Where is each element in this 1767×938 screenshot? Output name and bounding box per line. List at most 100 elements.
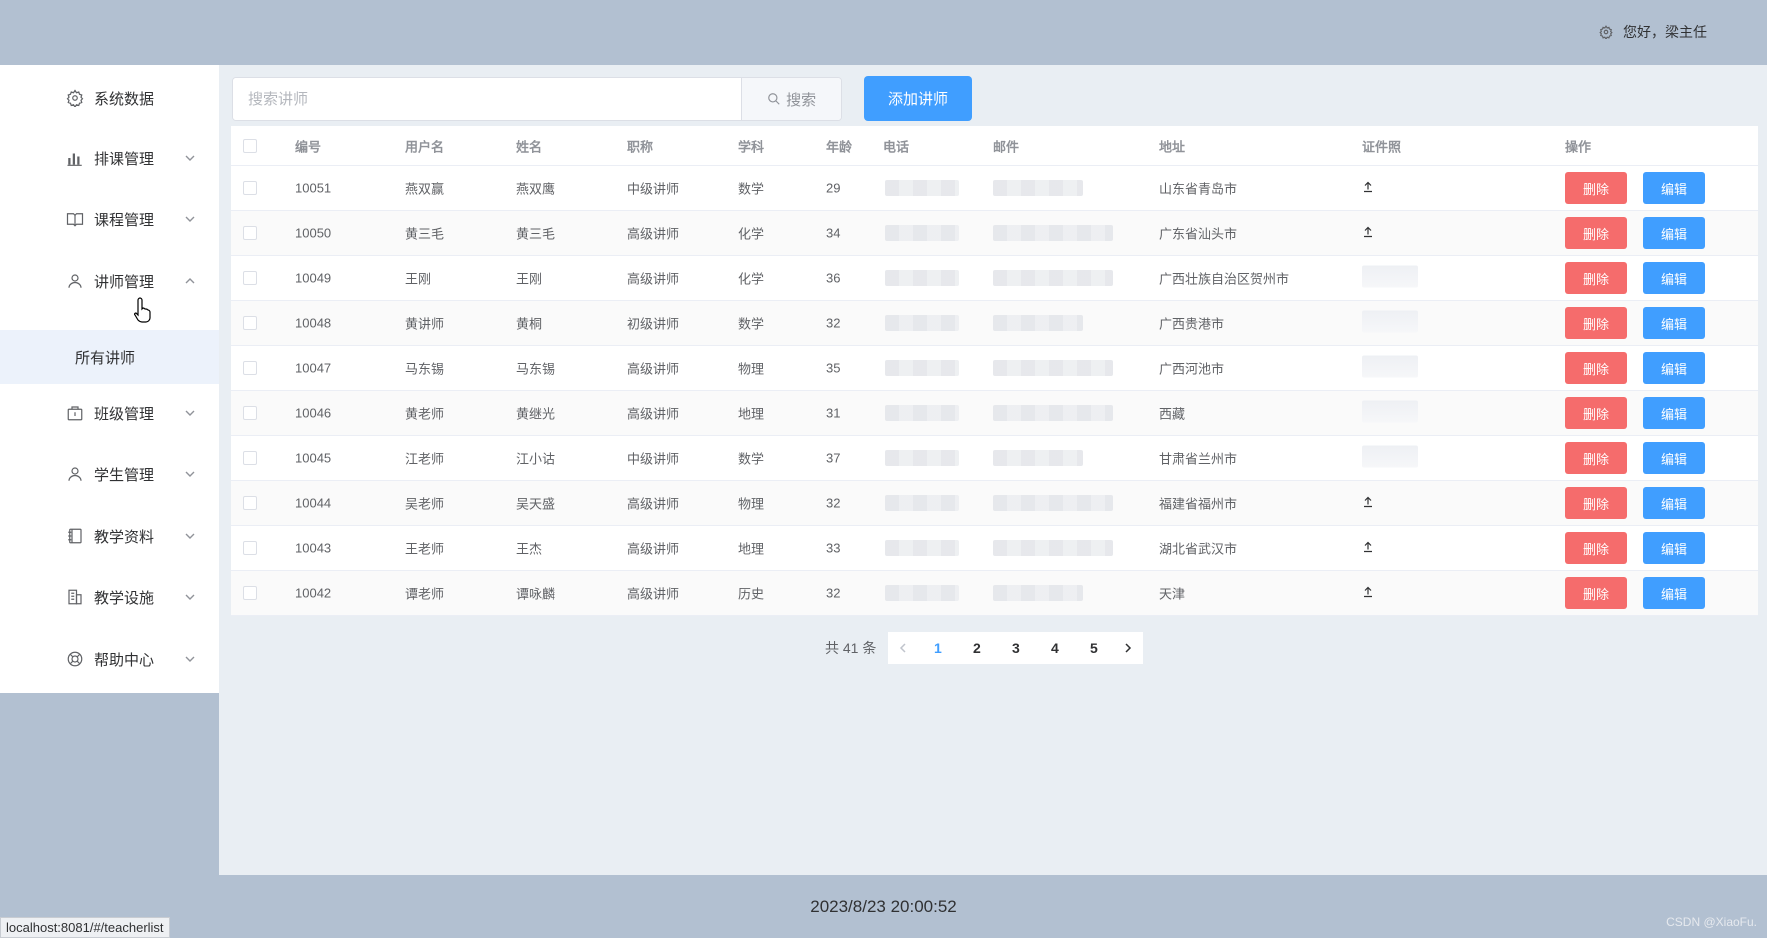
cell-age: 37 — [826, 450, 841, 466]
next-page-button[interactable] — [1113, 632, 1143, 664]
pagination: 共 41 条 1 2 3 4 5 — [825, 632, 1144, 664]
delete-button[interactable]: 删除 — [1565, 577, 1627, 609]
gear-icon[interactable] — [1599, 25, 1613, 39]
edit-button[interactable]: 编辑 — [1643, 397, 1705, 429]
upload-icon[interactable] — [1362, 181, 1374, 196]
cell-title: 中级讲师 — [627, 181, 680, 197]
certificate-photo-thumbnail[interactable] — [1362, 355, 1418, 381]
chevron-down-icon — [184, 213, 196, 225]
sidebar-item-system-data[interactable]: 系统数据 — [0, 71, 219, 125]
cell-subject: 数学 — [738, 181, 765, 197]
delete-button[interactable]: 删除 — [1565, 217, 1627, 249]
table-row: 10050 黄三毛 黄三毛 高级讲师 化学 34 广东省汕头市 删除 编辑 — [231, 211, 1758, 256]
upload-icon[interactable] — [1362, 496, 1374, 511]
certificate-photo-thumbnail[interactable] — [1362, 445, 1418, 471]
row-checkbox[interactable] — [243, 316, 257, 330]
cell-name: 王杰 — [516, 541, 543, 557]
select-all-checkbox[interactable] — [243, 138, 257, 153]
edit-button[interactable]: 编辑 — [1643, 217, 1705, 249]
row-checkbox[interactable] — [243, 541, 257, 555]
sidebar-item-courses[interactable]: 课程管理 — [0, 192, 219, 246]
sidebar-subitem-label: 所有讲师 — [75, 349, 136, 367]
book-icon — [65, 209, 85, 229]
add-teacher-button[interactable]: 添加讲师 — [864, 76, 972, 121]
sidebar-menu: 系统数据 排课管理 课程管理 讲师管理 所有讲师 班级管理 学生管理 教学资料 … — [0, 65, 219, 693]
edit-button[interactable]: 编辑 — [1643, 352, 1705, 384]
delete-button[interactable]: 删除 — [1565, 532, 1627, 564]
sidebar-item-materials[interactable]: 教学资料 — [0, 509, 219, 563]
sidebar-subitem-all-teachers[interactable]: 所有讲师 — [0, 330, 219, 384]
edit-button[interactable]: 编辑 — [1643, 577, 1705, 609]
sidebar-item-scheduling[interactable]: 排课管理 — [0, 131, 219, 185]
edit-button[interactable]: 编辑 — [1643, 172, 1705, 204]
sidebar-item-label: 排课管理 — [94, 150, 155, 168]
row-checkbox[interactable] — [243, 496, 257, 510]
delete-button[interactable]: 删除 — [1565, 442, 1627, 474]
prev-page-button[interactable] — [888, 632, 918, 664]
upload-icon[interactable] — [1362, 586, 1374, 601]
watermark: CSDN @XiaoFu. — [1666, 915, 1757, 929]
search-button-label: 搜索 — [786, 91, 817, 109]
sidebar-item-label: 学生管理 — [94, 466, 155, 484]
cell-name: 黄继光 — [516, 406, 556, 422]
cell-phone-redacted — [885, 360, 959, 376]
edit-button[interactable]: 编辑 — [1643, 307, 1705, 339]
chevron-left-icon — [900, 643, 906, 653]
search-button[interactable]: 搜索 — [741, 78, 841, 120]
page-button[interactable]: 5 — [1074, 632, 1113, 664]
page-button[interactable]: 2 — [957, 632, 996, 664]
edit-button[interactable]: 编辑 — [1643, 532, 1705, 564]
sidebar-item-label: 帮助中心 — [94, 651, 155, 669]
delete-button[interactable]: 删除 — [1565, 397, 1627, 429]
row-checkbox[interactable] — [243, 451, 257, 465]
cell-subject: 地理 — [738, 406, 765, 422]
table-row: 10042 谭老师 谭咏麟 高级讲师 历史 32 天津 删除 编辑 — [231, 571, 1758, 616]
sidebar-item-teachers[interactable]: 讲师管理 — [0, 254, 219, 308]
sidebar-item-classes[interactable]: 班级管理 — [0, 386, 219, 440]
sidebar-item-label: 课程管理 — [94, 211, 155, 229]
sidebar-item-help[interactable]: 帮助中心 — [0, 632, 219, 686]
delete-button[interactable]: 删除 — [1565, 487, 1627, 519]
upload-icon[interactable] — [1362, 541, 1374, 556]
row-checkbox[interactable] — [243, 361, 257, 375]
certificate-photo-thumbnail[interactable] — [1362, 310, 1418, 336]
row-checkbox[interactable] — [243, 586, 257, 600]
delete-button[interactable]: 删除 — [1565, 172, 1627, 204]
row-checkbox[interactable] — [243, 181, 257, 195]
pagination-pager: 1 2 3 4 5 — [888, 632, 1144, 664]
chevron-down-icon — [184, 530, 196, 542]
edit-button[interactable]: 编辑 — [1643, 487, 1705, 519]
upload-icon[interactable] — [1362, 226, 1374, 241]
cell-subject: 化学 — [738, 271, 765, 287]
certificate-photo-thumbnail[interactable] — [1362, 265, 1418, 291]
cell-id: 10047 — [295, 360, 332, 376]
delete-button[interactable]: 删除 — [1565, 352, 1627, 384]
edit-button[interactable]: 编辑 — [1643, 442, 1705, 474]
cell-email-redacted — [993, 495, 1113, 511]
cell-email-redacted — [993, 270, 1113, 286]
cell-id: 10051 — [295, 180, 332, 196]
cell-username: 谭老师 — [405, 586, 445, 602]
page-button[interactable]: 1 — [918, 632, 957, 664]
cell-address: 福建省福州市 — [1159, 496, 1238, 512]
cell-id: 10043 — [295, 540, 332, 556]
row-checkbox[interactable] — [243, 226, 257, 240]
certificate-photo-thumbnail[interactable] — [1362, 400, 1418, 426]
row-checkbox[interactable] — [243, 406, 257, 420]
delete-button[interactable]: 删除 — [1565, 307, 1627, 339]
page-button[interactable]: 4 — [1035, 632, 1074, 664]
cell-address: 广西贵港市 — [1159, 316, 1225, 332]
cell-username: 黄讲师 — [405, 316, 445, 332]
delete-button[interactable]: 删除 — [1565, 262, 1627, 294]
cell-age: 33 — [826, 540, 841, 556]
page-button[interactable]: 3 — [996, 632, 1035, 664]
cell-subject: 物理 — [738, 361, 765, 377]
edit-button[interactable]: 编辑 — [1643, 262, 1705, 294]
user-greeting[interactable]: 您好，梁主任 — [1599, 22, 1707, 42]
cell-id: 10050 — [295, 225, 332, 241]
sidebar-item-facilities[interactable]: 教学设施 — [0, 570, 219, 624]
search-input[interactable] — [233, 78, 742, 120]
cell-id: 10048 — [295, 315, 332, 331]
sidebar-item-students[interactable]: 学生管理 — [0, 447, 219, 501]
row-checkbox[interactable] — [243, 271, 257, 285]
